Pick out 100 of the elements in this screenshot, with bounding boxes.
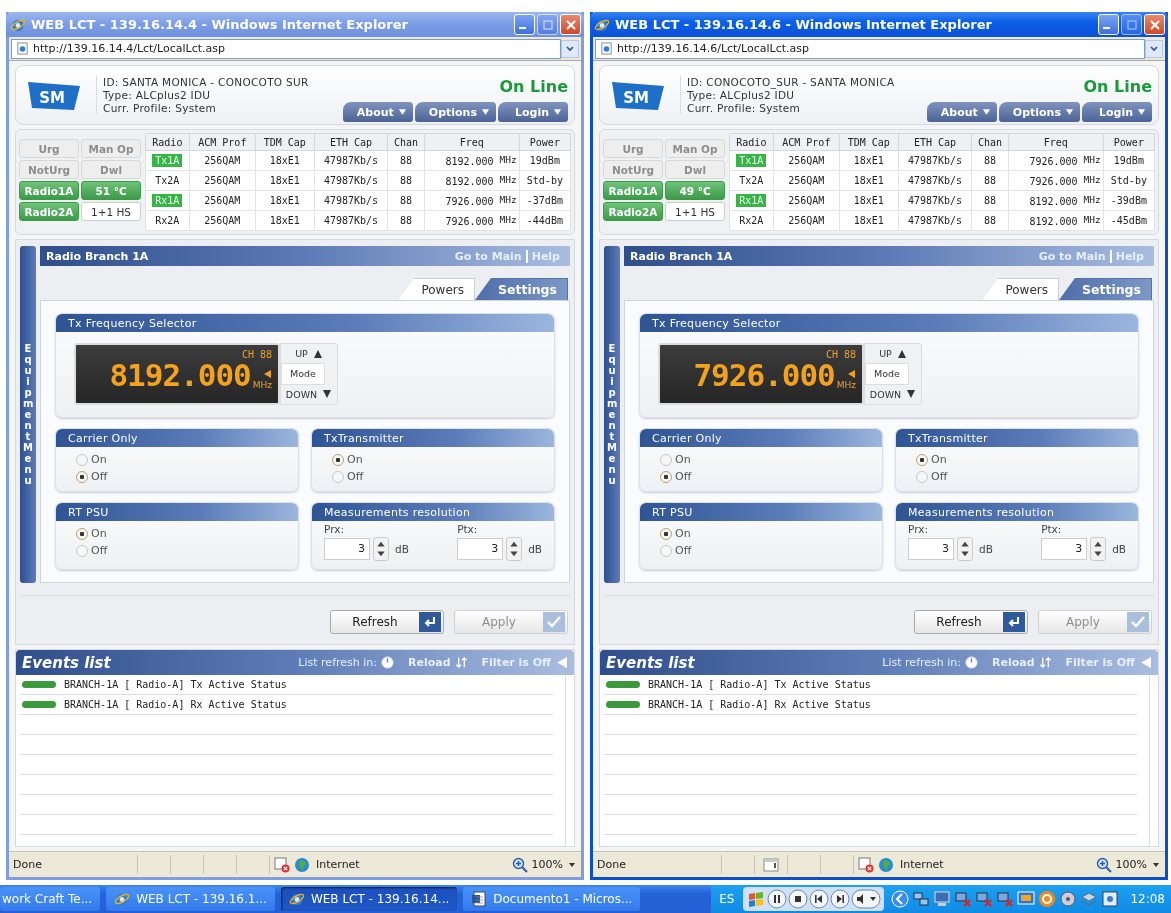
side-menu-tab[interactable]: Equipment Menu — [20, 246, 36, 583]
side-menu-tab[interactable]: Equipment Menu — [604, 246, 620, 583]
zoom-level[interactable]: 100% — [1115, 858, 1147, 871]
frequency-value: 7926.000 — [693, 358, 835, 392]
dropdown-button[interactable] — [1145, 39, 1163, 58]
event-text: BRANCH-1A [ Radio-A] Rx Active Status — [648, 699, 871, 710]
chevron-icon[interactable] — [891, 890, 910, 908]
radio-option[interactable]: Off — [916, 470, 948, 483]
computer-icon[interactable] — [933, 890, 952, 908]
radio-option[interactable]: On — [76, 527, 107, 540]
menu-tab[interactable]: Login — [498, 102, 568, 122]
action-button[interactable]: Refresh — [330, 610, 444, 634]
next-icon[interactable] — [830, 889, 851, 909]
number-field[interactable]: 3 — [908, 538, 954, 560]
maximize-button[interactable] — [537, 14, 558, 35]
radio-option[interactable]: On — [916, 453, 947, 466]
step-button[interactable]: Mode — [281, 363, 325, 385]
up-icon — [312, 348, 323, 359]
previous-icon[interactable] — [809, 889, 830, 909]
events-title: Events list — [606, 653, 695, 672]
radio-option[interactable]: Off — [660, 544, 692, 557]
frequency-value: 8192.000 — [109, 358, 251, 392]
alarm-indicator: Urg — [603, 139, 663, 158]
radio-option[interactable]: Off — [76, 470, 108, 483]
tab[interactable]: Settings — [475, 278, 568, 300]
monitor-icon[interactable] — [1017, 890, 1036, 908]
alarm-indicator: 1+1 HS — [665, 202, 725, 221]
table-cell: 256QAM — [773, 190, 840, 211]
radio-option[interactable]: Off — [332, 470, 364, 483]
close-button[interactable] — [560, 14, 581, 35]
taskbar-button[interactable]: WEB LCT - 139.16.1... — [106, 887, 275, 911]
menu-tab[interactable]: Options — [998, 102, 1080, 122]
close-button[interactable] — [1144, 14, 1165, 35]
tab[interactable]: Powers — [982, 278, 1059, 300]
ring-logo-icon — [114, 891, 131, 907]
step-button[interactable]: UP — [865, 344, 921, 364]
number-field[interactable]: 3 — [1041, 538, 1088, 560]
tab[interactable]: Powers — [398, 278, 475, 300]
column-header: Freq — [1008, 133, 1104, 151]
step-button[interactable]: DOWN — [281, 384, 337, 404]
panel-title: Radio Branch 1A — [630, 249, 733, 263]
panel-header: Tx Frequency Selector — [640, 314, 1138, 332]
security-zone: Internet — [900, 858, 944, 871]
up-icon — [896, 348, 907, 359]
action-button[interactable]: Refresh — [914, 610, 1028, 634]
menu-tab[interactable]: Options — [414, 102, 496, 122]
caret-icon — [553, 108, 562, 116]
number-field[interactable]: 3 — [324, 538, 370, 560]
dropdown-button[interactable] — [561, 39, 579, 58]
radio-tag: Tx1A — [152, 154, 183, 167]
radio-option[interactable]: On — [332, 453, 363, 466]
caret-icon — [1137, 108, 1146, 116]
window-icon[interactable] — [1101, 890, 1120, 908]
taskbar-button[interactable]: WEB LCT - 139.16.14... — [280, 887, 458, 911]
table-cell: 18xE1 — [255, 150, 315, 171]
maximize-icon — [541, 18, 554, 31]
zoom-level[interactable]: 100% — [531, 858, 563, 871]
taskbar-button[interactable]: work Craft Te... — [0, 887, 101, 911]
menu-tab[interactable]: About — [926, 102, 997, 122]
menu-tab[interactable]: About — [342, 102, 413, 122]
panel-header: TxTransmitter — [896, 429, 1138, 447]
network-icon[interactable] — [912, 890, 931, 908]
stack-icon[interactable] — [1080, 890, 1099, 908]
column-header: Radio — [145, 133, 190, 151]
radio-option[interactable]: On — [76, 453, 107, 466]
menu-tab[interactable]: Login — [1082, 102, 1152, 122]
radio-option[interactable]: On — [660, 527, 691, 540]
close-icon — [564, 18, 577, 31]
spin-button[interactable] — [957, 537, 973, 561]
minimize-button[interactable] — [514, 14, 535, 35]
address-field[interactable]: http://139.16.14.4/Lct/LocalLct.asp — [11, 38, 561, 59]
column-header: Power — [519, 133, 571, 151]
number-field[interactable]: 3 — [457, 538, 504, 560]
panel-header: Carrier Only — [56, 429, 298, 447]
tab[interactable]: Settings — [1059, 278, 1152, 300]
network-error-icon[interactable] — [996, 890, 1015, 908]
maximize-button[interactable] — [1121, 14, 1142, 35]
volume-icon[interactable] — [851, 889, 882, 909]
reload-arrows-icon — [1038, 656, 1052, 669]
spin-button[interactable] — [506, 537, 523, 561]
table-cell: 88 — [971, 150, 1009, 171]
spin-button[interactable] — [373, 537, 389, 561]
table-cell: 256QAM — [189, 150, 256, 171]
taskbar-button[interactable]: Documento1 - Micros... — [463, 887, 641, 911]
stop-icon[interactable] — [788, 889, 809, 909]
radio-tag: Rx1A — [152, 194, 183, 207]
step-button[interactable]: UP — [281, 344, 337, 364]
spin-button[interactable] — [1090, 537, 1107, 561]
radio-option[interactable]: On — [660, 453, 691, 466]
step-button[interactable]: Mode — [865, 363, 909, 385]
minimize-button[interactable] — [1098, 14, 1119, 35]
pause-icon[interactable] — [767, 889, 788, 909]
address-field[interactable]: http://139.16.14.6/Lct/LocalLct.asp — [595, 38, 1145, 59]
step-button[interactable]: DOWN — [865, 384, 921, 404]
network-error-icon[interactable] — [954, 890, 973, 908]
disc-icon[interactable] — [1059, 890, 1078, 908]
radio-option[interactable]: Off — [660, 470, 692, 483]
network-error-icon[interactable] — [975, 890, 994, 908]
ring-icon[interactable] — [1038, 890, 1057, 908]
radio-option[interactable]: Off — [76, 544, 108, 557]
